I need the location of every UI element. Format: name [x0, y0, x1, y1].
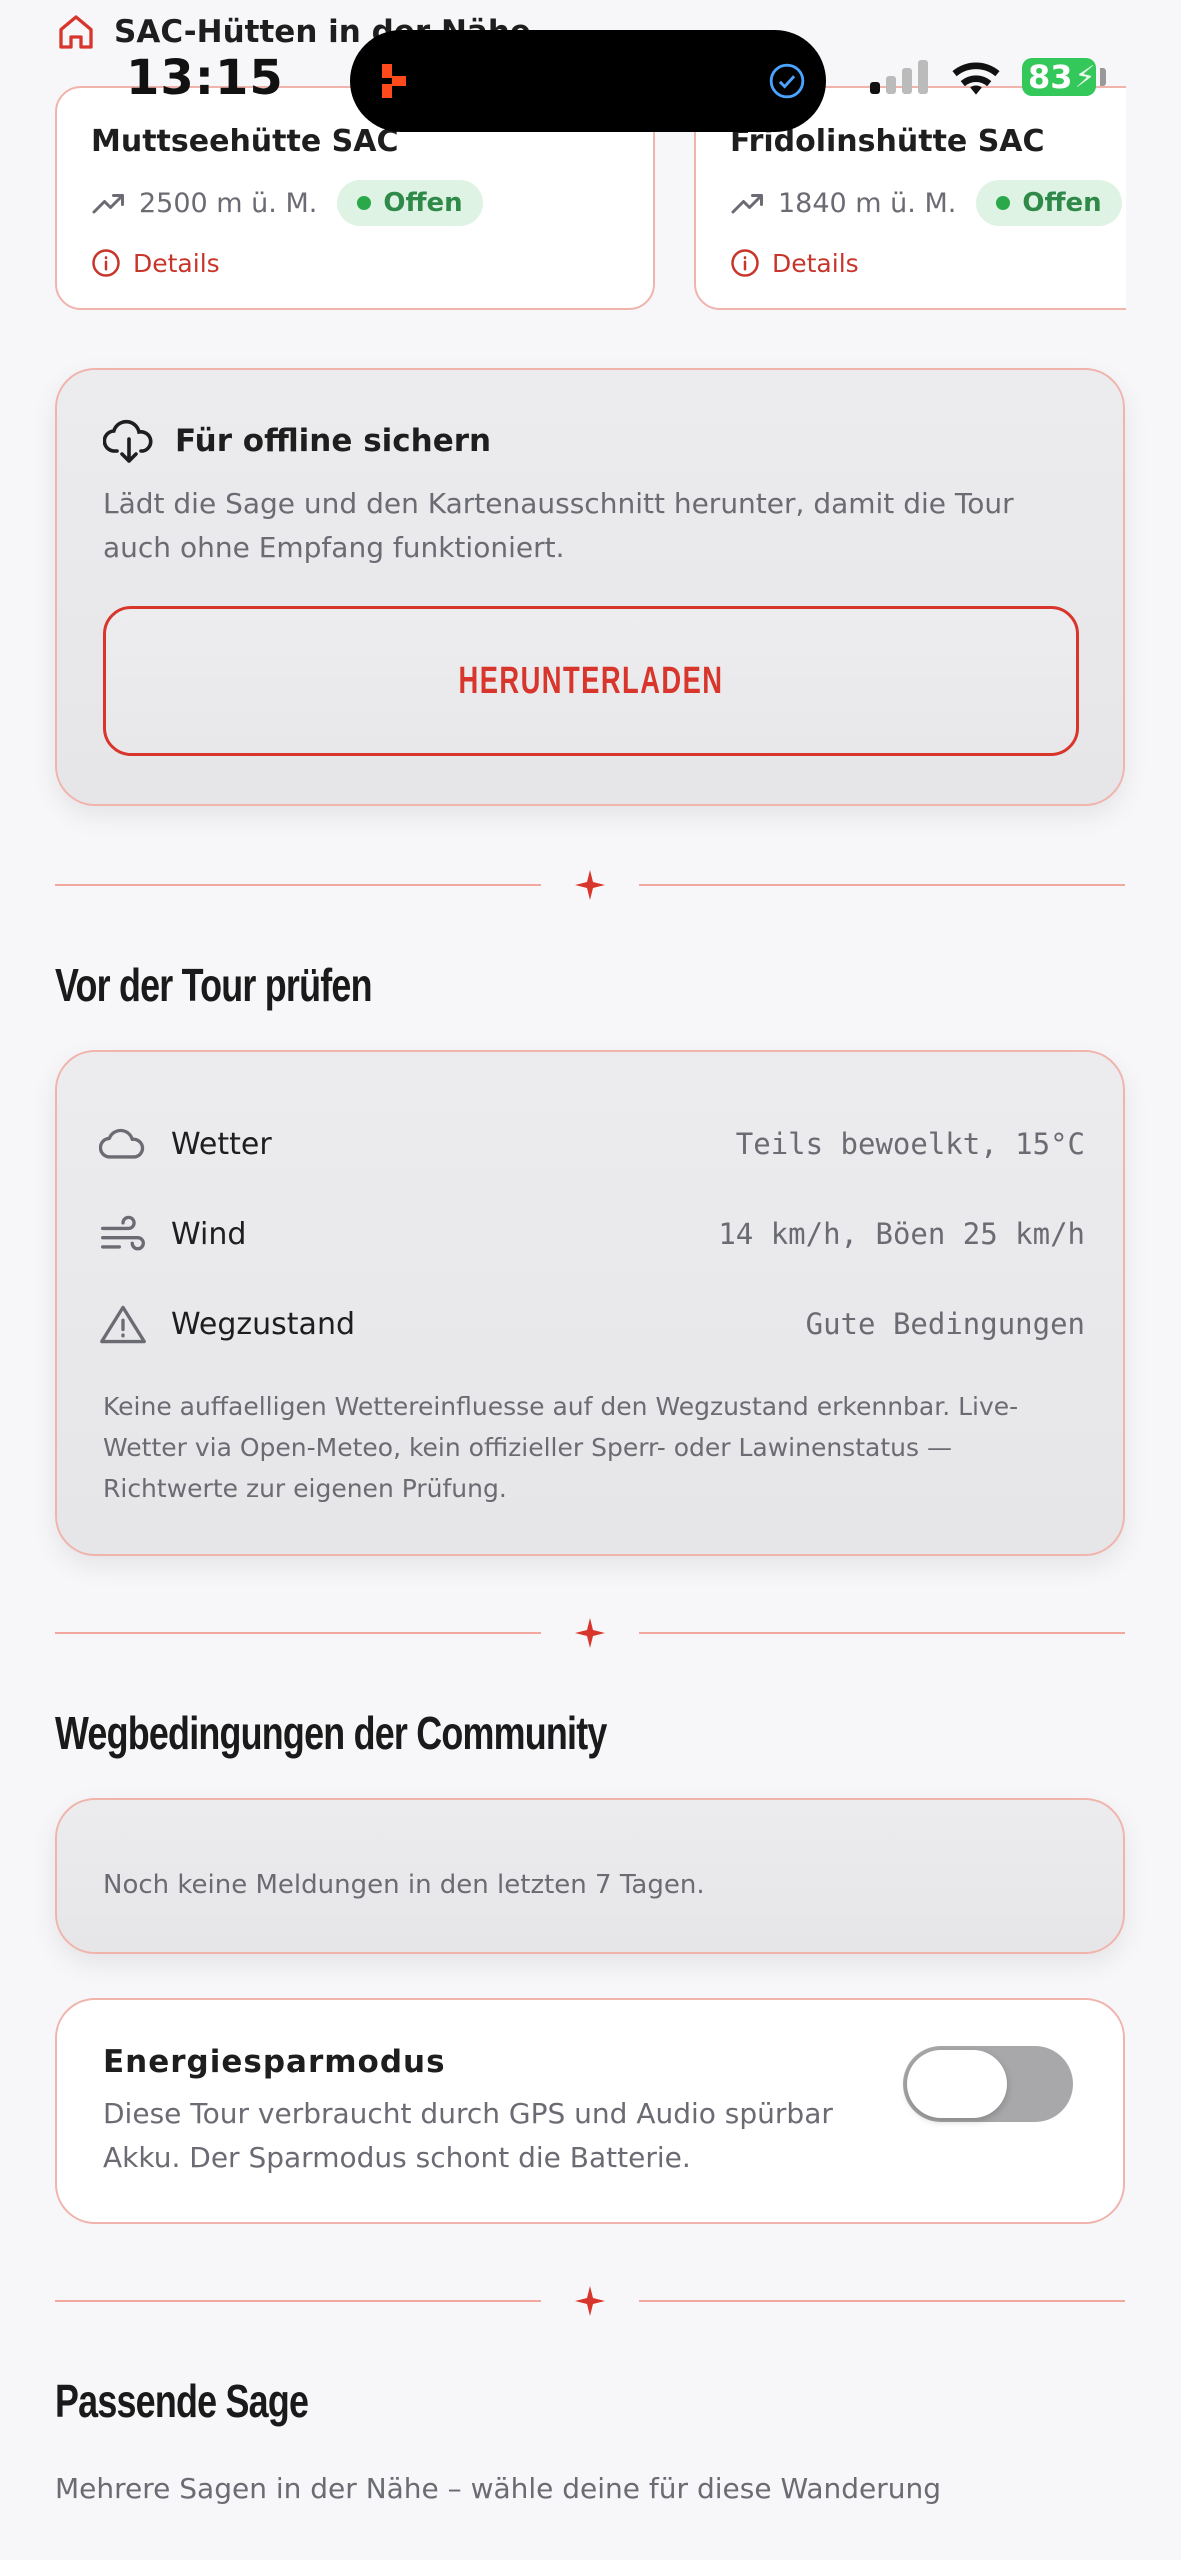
conditions-panel: Wetter Teils bewoelkt, 15°C Wind 14 km/h… [55, 1050, 1125, 1556]
star-divider-icon [575, 870, 605, 900]
status-badge-label: Offen [383, 188, 463, 218]
info-icon [731, 249, 759, 277]
wind-icon [101, 1215, 145, 1251]
cloud-icon [99, 1128, 145, 1159]
home-icon [59, 15, 93, 49]
star-divider-icon [575, 2286, 605, 2316]
condition-value: 14 km/h, Böen 25 km/h [718, 1217, 1085, 1251]
status-badge-label: Offen [1022, 188, 1102, 218]
hut-name: Muttseehütte SAC [91, 124, 399, 159]
energy-saver-toggle[interactable] [903, 2046, 1073, 2122]
energy-saver-title: Energiesparmodus [103, 2044, 446, 2080]
status-dot [357, 196, 372, 210]
details-link[interactable]: Details [91, 248, 220, 278]
info-icon [92, 249, 120, 277]
details-label: Details [133, 248, 220, 278]
section-divider [55, 1618, 1125, 1648]
energy-saver-description: Diese Tour verbraucht durch GPS und Audi… [103, 2097, 833, 2174]
condition-label: Wegzustand [171, 1306, 355, 1342]
sage-subtitle: Mehrere Sagen in der Nähe – wähle deine … [55, 2472, 942, 2505]
status-badge: Offen [337, 180, 483, 226]
conditions-note: Keine auffaelligen Wettereinfluesse auf … [103, 1392, 1019, 1503]
offline-panel: Für offline sichern Lädt die Sage und de… [55, 368, 1125, 806]
cellular-signal-icon [870, 60, 928, 94]
check-circle-icon [769, 63, 805, 99]
condition-value: Gute Bedingungen [805, 1307, 1085, 1341]
trending-up-icon [731, 194, 763, 214]
details-label: Details [772, 248, 859, 278]
dynamic-island [350, 30, 826, 132]
sage-section-title: Passende Sage [55, 2375, 309, 2427]
cloud-download-icon [103, 419, 153, 463]
details-link[interactable]: Details [730, 248, 859, 278]
condition-row-trail: Wegzustand Gute Bedingungen [99, 1294, 1085, 1354]
battery-indicator: 83 ⚡ [1022, 58, 1096, 96]
star-divider-icon [575, 1618, 605, 1648]
condition-label: Wetter [171, 1126, 272, 1162]
toggle-knob [907, 2050, 1007, 2118]
community-panel: Noch keine Meldungen in den letzten 7 Ta… [55, 1798, 1125, 1954]
download-button-label: HERUNTERLADEN [458, 659, 724, 702]
wifi-icon [952, 62, 1000, 95]
download-button-area: HERUNTERLADEN [103, 606, 1079, 756]
hut-meta: 2500 m ü. M. Offen [91, 180, 483, 226]
trending-up-icon [92, 194, 124, 214]
condition-label: Wind [171, 1216, 247, 1252]
community-empty-text: Noch keine Meldungen in den letzten 7 Ta… [103, 1870, 705, 1900]
battery-level: 83 [1028, 58, 1073, 96]
status-badge: Offen [976, 180, 1122, 226]
condition-row-wind: Wind 14 km/h, Böen 25 km/h [99, 1204, 1085, 1264]
status-dot [996, 196, 1011, 210]
battery-cap [1100, 68, 1106, 86]
warning-icon [100, 1305, 146, 1344]
section-divider [55, 870, 1125, 900]
offline-description: Lädt die Sage und den Kartenausschnitt h… [103, 487, 1014, 564]
section-divider [55, 2286, 1125, 2316]
checks-section-title: Vor der Tour prüfen [55, 959, 373, 1011]
offline-header: Für offline sichern [103, 418, 491, 464]
condition-value: Teils bewoelkt, 15°C [735, 1127, 1085, 1161]
offline-title: Für offline sichern [175, 423, 492, 459]
download-button[interactable]: HERUNTERLADEN [103, 606, 1079, 756]
community-section-title: Wegbedingungen der Community [55, 1707, 607, 1759]
app-activity-icon [382, 64, 406, 98]
hut-altitude: 2500 m ü. M. [139, 187, 318, 219]
condition-row-weather: Wetter Teils bewoelkt, 15°C [99, 1114, 1085, 1174]
status-time: 13:15 [126, 50, 284, 106]
hut-altitude: 1840 m ü. M. [778, 187, 957, 219]
energy-saver-panel: Energiesparmodus Diese Tour verbraucht d… [55, 1998, 1125, 2224]
hut-meta: 1840 m ü. M. Offen [730, 180, 1122, 226]
